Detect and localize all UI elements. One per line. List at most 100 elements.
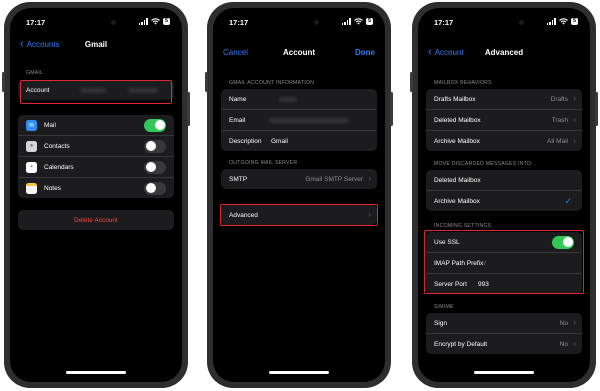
calendars-toggle[interactable] — [144, 160, 166, 174]
mail-toggle[interactable] — [144, 118, 166, 132]
section-header-mailbox: MAILBOX BEHAVIORS — [434, 80, 492, 86]
move-deleted-row[interactable]: Deleted Mailbox — [426, 170, 582, 191]
nav-bar: ‹ Account Advanced — [418, 46, 590, 62]
encrypt-row[interactable]: Encrypt by Default No › — [426, 334, 582, 354]
volume-button — [205, 72, 208, 92]
highlight-advanced — [220, 204, 378, 226]
app-row-contacts: ● Contacts — [18, 136, 174, 157]
page-title: Gmail — [84, 40, 108, 49]
section-header-gmail: GMAIL — [26, 70, 44, 76]
move-group: Deleted Mailbox Archive Mailbox ✓ — [426, 170, 582, 211]
chevron-right-icon: › — [573, 115, 576, 124]
sign-row[interactable]: Sign No › — [426, 313, 582, 334]
move-archive-row[interactable]: Archive Mailbox ✓ — [426, 191, 582, 211]
smime-group: Sign No › Encrypt by Default No › — [426, 313, 582, 354]
contacts-toggle[interactable] — [144, 139, 166, 153]
deleted-mailbox-row[interactable]: Deleted Mailbox Trash › — [426, 110, 582, 131]
volume-button — [410, 72, 413, 92]
row-label: Deleted Mailbox — [434, 176, 481, 184]
wifi-icon — [559, 18, 568, 25]
row-label: Archive Mailbox — [434, 137, 480, 145]
done-button[interactable]: Done — [355, 48, 375, 57]
nav-bar: ‹ Accounts Gmail — [10, 38, 182, 54]
smtp-group: SMTP Gmail SMTP Server › — [221, 169, 377, 189]
home-indicator[interactable] — [269, 371, 329, 374]
drafts-mailbox-row[interactable]: Drafts Mailbox Drafts › — [426, 89, 582, 110]
row-label: Deleted Mailbox — [434, 116, 481, 124]
phone-frame-gmail: 17:17 5 ‹ Accounts Gmail GMAIL Account ✉… — [2, 2, 190, 388]
section-header-move: MOVE DISCARDED MESSAGES INTO: — [434, 161, 533, 167]
power-button — [390, 92, 393, 126]
name-label: Name — [229, 95, 247, 103]
email-label: Email — [229, 116, 246, 124]
calendar-icon: ▪ — [26, 161, 37, 173]
name-row[interactable]: Name — [221, 89, 377, 110]
redacted-value — [279, 97, 297, 102]
status-bar: 17:17 5 — [213, 16, 385, 30]
checkmark-icon: ✓ — [564, 195, 572, 206]
notes-toggle[interactable] — [144, 181, 166, 195]
signal-icon — [546, 18, 556, 25]
row-value: No — [559, 319, 568, 327]
status-bar: 17:17 5 — [418, 16, 590, 30]
chevron-right-icon: › — [573, 339, 576, 348]
highlight-incoming — [424, 230, 584, 294]
app-row-notes: Notes — [18, 178, 174, 198]
smtp-row[interactable]: SMTP Gmail SMTP Server › — [221, 169, 377, 189]
volume-button — [2, 72, 5, 92]
dynamic-island — [72, 16, 122, 30]
status-bar: 17:17 5 — [10, 16, 182, 30]
row-label: Encrypt by Default — [434, 340, 488, 348]
app-label: Mail — [44, 121, 56, 129]
battery-icon: 5 — [162, 18, 170, 25]
description-row[interactable]: Description Gmail — [221, 131, 377, 151]
description-label: Description — [229, 137, 262, 145]
app-label: Calendars — [44, 163, 74, 171]
description-value: Gmail — [271, 137, 288, 145]
status-time: 17:17 — [26, 18, 46, 27]
home-indicator[interactable] — [474, 371, 534, 374]
page-title: Advanced — [484, 48, 524, 57]
archive-mailbox-row[interactable]: Archive Mailbox All Mail › — [426, 131, 582, 151]
home-indicator[interactable] — [66, 371, 126, 374]
app-label: Contacts — [44, 142, 70, 150]
screen-advanced: 17:17 5 ‹ Account Advanced MAILBOX BEHAV… — [418, 8, 590, 382]
status-time: 17:17 — [434, 18, 454, 27]
chevron-right-icon: › — [573, 136, 576, 145]
mailbox-group: Drafts Mailbox Drafts › Deleted Mailbox … — [426, 89, 582, 151]
power-button — [187, 92, 190, 126]
row-label: Archive Mailbox — [434, 197, 480, 205]
info-group: Name Email Description Gmail — [221, 89, 377, 151]
smtp-value: Gmail SMTP Server — [305, 175, 363, 183]
email-row[interactable]: Email — [221, 110, 377, 131]
contacts-icon: ● — [26, 140, 37, 152]
mail-icon: ✉ — [26, 119, 37, 131]
signal-icon — [341, 18, 351, 25]
phone-frame-advanced: 17:17 5 ‹ Account Advanced MAILBOX BEHAV… — [410, 2, 598, 388]
delete-account-button[interactable]: Delete Account — [18, 210, 174, 230]
app-row-calendars: ▪ Calendars — [18, 157, 174, 178]
app-label: Notes — [44, 184, 61, 192]
nav-bar: Cancel Account Done — [213, 46, 385, 62]
row-value: Drafts — [550, 95, 568, 103]
status-time: 17:17 — [229, 18, 249, 27]
wifi-icon — [151, 18, 160, 25]
section-header-info: GMAIL ACCOUNT INFORMATION — [229, 80, 315, 86]
battery-icon: 5 — [365, 18, 373, 25]
row-label: Sign — [434, 319, 448, 327]
signal-icon — [138, 18, 148, 25]
section-header-smtp: OUTGOING MAIL SERVER — [229, 160, 298, 166]
section-header-smime: S/MIME — [434, 304, 454, 310]
wifi-icon — [354, 18, 363, 25]
highlight-account — [20, 80, 172, 104]
smtp-label: SMTP — [229, 175, 248, 183]
phone-frame-account: 17:17 5 Cancel Account Done GMAIL ACCOUN… — [205, 2, 393, 388]
chevron-right-icon: › — [573, 94, 576, 103]
screen-gmail: 17:17 5 ‹ Accounts Gmail GMAIL Account ✉… — [10, 8, 182, 382]
notes-icon — [26, 182, 37, 194]
screen-account: 17:17 5 Cancel Account Done GMAIL ACCOUN… — [213, 8, 385, 382]
dynamic-island — [275, 16, 325, 30]
section-header-incoming: INCOMING SETTINGS — [434, 223, 492, 229]
dynamic-island — [480, 16, 530, 30]
chevron-right-icon: › — [368, 174, 371, 183]
